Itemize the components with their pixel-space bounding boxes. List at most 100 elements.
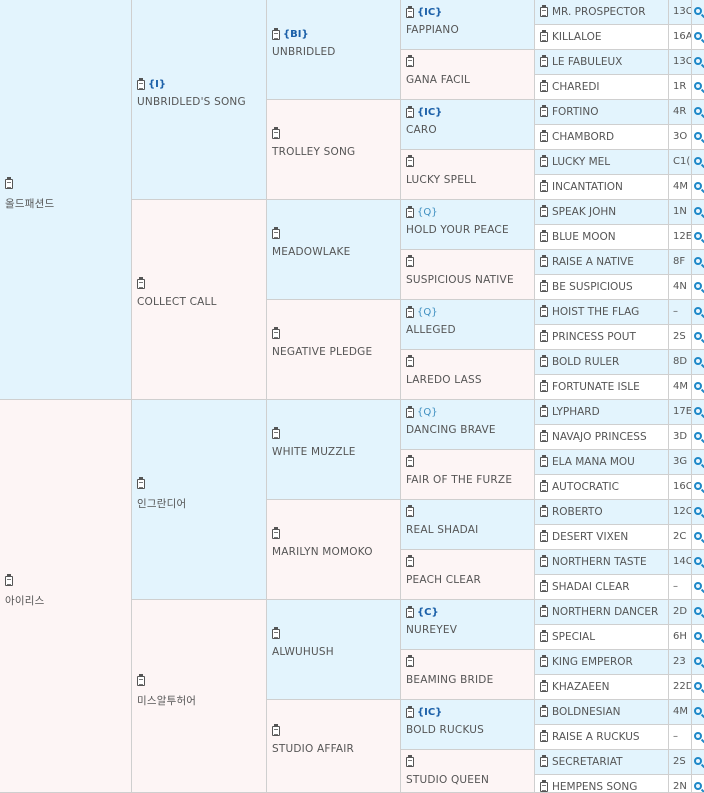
- ancestor-cell-g2[interactable]: COLLECT CALL: [132, 200, 267, 400]
- ancestor-cell-g4[interactable]: LUCKY SPELL: [401, 150, 535, 200]
- clipboard-icon[interactable]: [540, 230, 548, 242]
- clipboard-icon[interactable]: [540, 55, 548, 67]
- search-cell[interactable]: [692, 50, 704, 75]
- horse-name[interactable]: INCANTATION: [552, 181, 623, 193]
- clipboard-icon[interactable]: [540, 180, 548, 192]
- magnifier-icon[interactable]: [694, 482, 702, 490]
- horse-name[interactable]: FAIR OF THE FURZE: [406, 474, 512, 486]
- horse-name[interactable]: MARILYN MOMOKO: [272, 546, 373, 558]
- horse-name[interactable]: ALWUHUSH: [272, 646, 334, 658]
- ancestor-cell-g5[interactable]: FORTUNATE ISLE: [535, 375, 669, 400]
- ancestor-cell-g5[interactable]: CHAREDI: [535, 75, 669, 100]
- horse-name[interactable]: LAREDO LASS: [406, 374, 482, 386]
- search-cell[interactable]: [692, 500, 704, 525]
- horse-name[interactable]: BLUE MOON: [552, 231, 616, 243]
- ancestor-cell-g5[interactable]: KILLALOE: [535, 25, 669, 50]
- horse-name[interactable]: FAPPIANO: [406, 24, 459, 36]
- ancestor-cell-g4[interactable]: {IC} BOLD RUCKUS: [401, 700, 535, 750]
- horse-name[interactable]: BEAMING BRIDE: [406, 674, 493, 686]
- clipboard-icon[interactable]: [137, 477, 145, 489]
- horse-name[interactable]: SPECIAL: [552, 631, 595, 643]
- ancestor-cell-g5[interactable]: ELA MANA MOU: [535, 450, 669, 475]
- search-cell[interactable]: [692, 0, 704, 25]
- horse-name[interactable]: MR. PROSPECTOR: [552, 6, 646, 18]
- ancestor-cell-g5[interactable]: NORTHERN DANCER: [535, 600, 669, 625]
- ancestor-cell-g4[interactable]: LAREDO LASS: [401, 350, 535, 400]
- horse-name[interactable]: ALLEGED: [406, 324, 456, 336]
- search-cell[interactable]: [692, 150, 704, 175]
- search-cell[interactable]: [692, 700, 704, 725]
- clipboard-icon[interactable]: [272, 627, 280, 639]
- search-cell[interactable]: [692, 175, 704, 200]
- search-cell[interactable]: [692, 425, 704, 450]
- horse-name[interactable]: ROBERTO: [552, 506, 603, 518]
- search-cell[interactable]: [692, 350, 704, 375]
- clipboard-icon[interactable]: [540, 605, 548, 617]
- horse-name[interactable]: 아이리스: [5, 593, 44, 608]
- ancestor-cell-g5[interactable]: BE SUSPICIOUS: [535, 275, 669, 300]
- horse-name[interactable]: KILLALOE: [552, 31, 601, 43]
- search-cell[interactable]: [692, 625, 704, 650]
- search-cell[interactable]: [692, 250, 704, 275]
- horse-name[interactable]: KING EMPEROR: [552, 656, 633, 668]
- ancestor-cell-g5[interactable]: RAISE A RUCKUS: [535, 725, 669, 750]
- clipboard-icon[interactable]: [540, 405, 548, 417]
- ancestor-cell-g5[interactable]: CHAMBORD: [535, 125, 669, 150]
- horse-name[interactable]: LYPHARD: [552, 406, 600, 418]
- clipboard-icon[interactable]: [406, 55, 414, 67]
- ancestor-cell-g3[interactable]: WHITE MUZZLE: [267, 400, 401, 500]
- search-cell[interactable]: [692, 650, 704, 675]
- clipboard-icon[interactable]: [540, 580, 548, 592]
- clipboard-icon[interactable]: [540, 305, 548, 317]
- ancestor-cell-g5[interactable]: HOIST THE FLAG: [535, 300, 669, 325]
- ancestor-cell-g5[interactable]: DESERT VIXEN: [535, 525, 669, 550]
- magnifier-icon[interactable]: [694, 232, 702, 240]
- ancestor-cell-g4[interactable]: {IC} CARO: [401, 100, 535, 150]
- clipboard-icon[interactable]: [540, 555, 548, 567]
- clipboard-icon[interactable]: [540, 455, 548, 467]
- clipboard-icon[interactable]: [406, 405, 414, 418]
- magnifier-icon[interactable]: [694, 432, 702, 440]
- ancestor-cell-g3[interactable]: TROLLEY SONG: [267, 100, 401, 200]
- search-cell[interactable]: [692, 225, 704, 250]
- ancestor-cell-g5[interactable]: LE FABULEUX: [535, 50, 669, 75]
- horse-name[interactable]: PEACH CLEAR: [406, 574, 481, 586]
- search-cell[interactable]: [692, 725, 704, 750]
- horse-name[interactable]: BOLD RUCKUS: [406, 724, 484, 736]
- search-cell[interactable]: [692, 75, 704, 100]
- clipboard-icon[interactable]: [272, 27, 280, 40]
- horse-name[interactable]: STUDIO QUEEN: [406, 774, 489, 786]
- ancestor-cell-g2[interactable]: {I} UNBRIDLED'S SONG: [132, 0, 267, 200]
- magnifier-icon[interactable]: [694, 707, 702, 715]
- clipboard-icon[interactable]: [540, 330, 548, 342]
- ancestor-cell-g5[interactable]: KHAZAEEN: [535, 675, 669, 700]
- search-cell[interactable]: [692, 400, 704, 425]
- clipboard-icon[interactable]: [540, 705, 548, 717]
- clipboard-icon[interactable]: [406, 605, 414, 618]
- ancestor-cell-g4[interactable]: STUDIO QUEEN: [401, 750, 535, 793]
- magnifier-icon[interactable]: [694, 257, 702, 265]
- ancestor-cell-g4[interactable]: PEACH CLEAR: [401, 550, 535, 600]
- horse-name[interactable]: FORTUNATE ISLE: [552, 381, 640, 393]
- magnifier-icon[interactable]: [694, 632, 702, 640]
- horse-name[interactable]: SUSPICIOUS NATIVE: [406, 274, 514, 286]
- clipboard-icon[interactable]: [406, 355, 414, 367]
- magnifier-icon[interactable]: [694, 682, 702, 690]
- search-cell[interactable]: [692, 600, 704, 625]
- ancestor-cell-g5[interactable]: NORTHERN TASTE: [535, 550, 669, 575]
- magnifier-icon[interactable]: [694, 507, 702, 515]
- clipboard-icon[interactable]: [406, 555, 414, 567]
- horse-name[interactable]: GANA FACIL: [406, 74, 470, 86]
- magnifier-icon[interactable]: [694, 32, 702, 40]
- horse-name[interactable]: LE FABULEUX: [552, 56, 622, 68]
- ancestor-cell-g5[interactable]: BOLDNESIAN: [535, 700, 669, 725]
- horse-name[interactable]: HEMPENS SONG: [552, 781, 637, 792]
- ancestor-cell-g5[interactable]: ROBERTO: [535, 500, 669, 525]
- magnifier-icon[interactable]: [694, 307, 702, 315]
- search-cell[interactable]: [692, 775, 704, 793]
- ancestor-cell-g4[interactable]: GANA FACIL: [401, 50, 535, 100]
- ancestor-cell-g4[interactable]: {Q} ALLEGED: [401, 300, 535, 350]
- clipboard-icon[interactable]: [540, 30, 548, 42]
- horse-name[interactable]: NEGATIVE PLEDGE: [272, 346, 372, 358]
- horse-name[interactable]: RAISE A RUCKUS: [552, 731, 640, 743]
